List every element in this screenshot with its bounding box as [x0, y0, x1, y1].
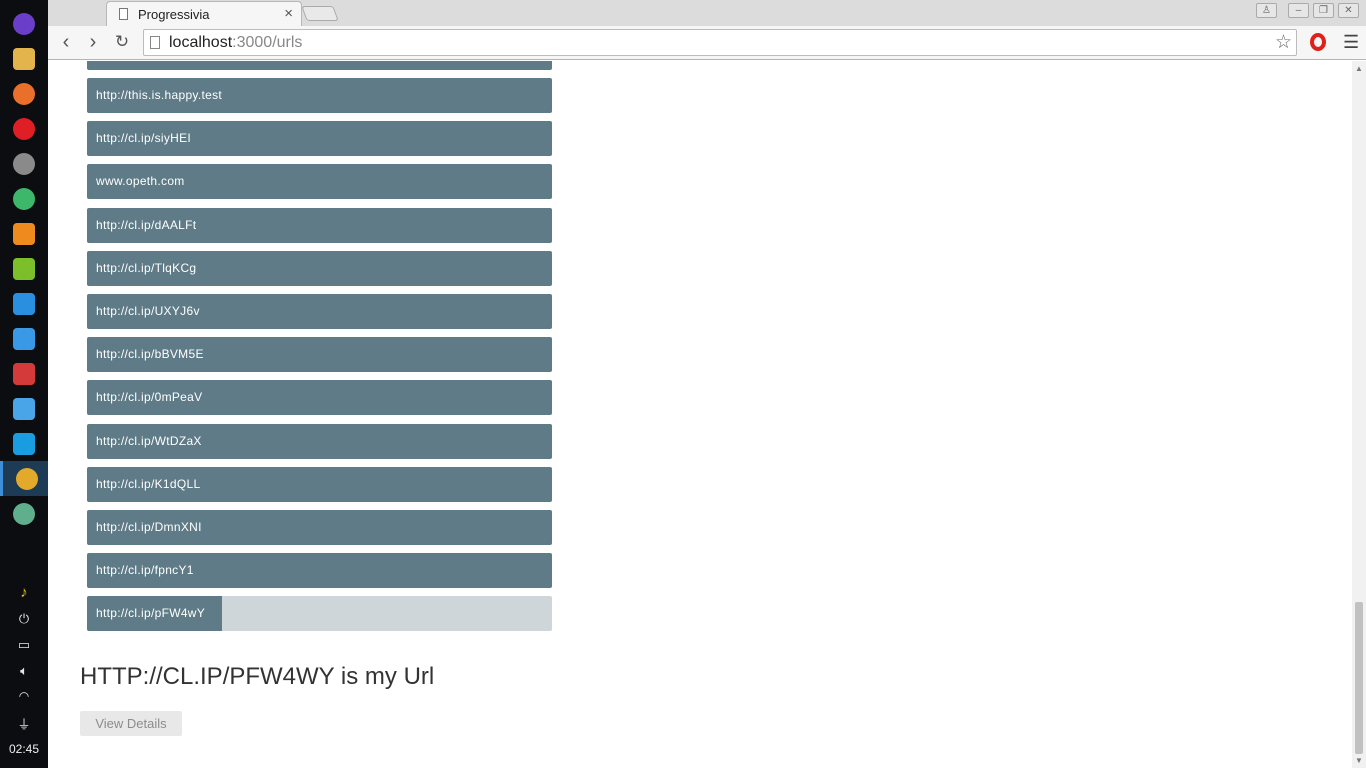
url-list-item-selected[interactable]: http://cl.ip/pFW4wY	[87, 596, 552, 631]
url-list-item[interactable]: http://cl.ip/UXYJ6v	[87, 294, 552, 329]
page-icon	[150, 36, 160, 49]
url-list-item[interactable]: http://cl.ip/DmnXNI	[87, 510, 552, 545]
chat-icon	[13, 188, 35, 210]
terminal-icon	[13, 363, 35, 385]
tab-title: Progressivia	[138, 7, 210, 22]
browser-titlebar: Progressivia × ♙ – ❐ ✕	[48, 0, 1366, 27]
bookmark-star-icon[interactable]: ☆	[1275, 31, 1292, 54]
url-list-item[interactable]: http://cl.ip/bBVM5E	[87, 337, 552, 373]
url-list-item[interactable]: http://cl.ip/dAALFt	[87, 207, 552, 243]
browser-toolbar: ‹ › ↻ localhost:3000/urls ☆ ☰	[48, 26, 1366, 60]
page-content: http://this.is.happy.test http://cl.ip/si…	[48, 61, 1352, 768]
page-icon	[119, 8, 128, 20]
dock-app-store[interactable]	[0, 216, 48, 251]
url-list-item-partial[interactable]	[87, 61, 552, 70]
url-label: http://this.is.happy.test	[96, 88, 223, 102]
browser-tab[interactable]: Progressivia ×	[106, 1, 302, 27]
settings-icon	[13, 153, 35, 175]
launcher-icon	[13, 13, 35, 35]
dock-app-terminal[interactable]	[0, 356, 48, 391]
maximize-button[interactable]: ❐	[1313, 3, 1334, 18]
url-label: http://cl.ip/0mPeaV	[96, 390, 203, 405]
url-label: http://cl.ip/pFW4wY	[96, 606, 206, 620]
disk-icon	[13, 328, 35, 350]
dock-app-archive[interactable]	[0, 391, 48, 426]
url-label: http://cl.ip/TlqKCg	[96, 260, 197, 275]
opera-icon	[13, 118, 35, 140]
minimize-button[interactable]: –	[1288, 3, 1309, 18]
scroll-down-icon[interactable]: ▼	[1355, 756, 1363, 765]
url-list-item[interactable]: http://cl.ip/fpncY1	[87, 553, 552, 589]
address-url: localhost:3000/urls	[169, 34, 303, 51]
dock-app-settings[interactable]	[0, 146, 48, 181]
dock-app-video[interactable]	[0, 286, 48, 321]
files-icon	[13, 48, 35, 70]
url-list-item[interactable]: www.opeth.com	[87, 164, 552, 200]
power-icon[interactable]: ⏻	[0, 611, 48, 627]
scrollbar[interactable]: ▲ ▼	[1352, 61, 1366, 768]
url-list-item[interactable]: http://this.is.happy.test	[87, 78, 552, 113]
video-icon	[13, 293, 35, 315]
new-tab-button[interactable]	[301, 6, 339, 21]
reload-button[interactable]: ↻	[111, 31, 133, 53]
dock-app-launcher[interactable]	[0, 6, 48, 41]
url-list-item[interactable]: http://cl.ip/siyHEI	[87, 121, 552, 157]
url-label: http://cl.ip/UXYJ6v	[96, 304, 200, 318]
opera-extension-icon[interactable]	[1310, 33, 1326, 51]
url-label: http://cl.ip/DmnXNI	[96, 520, 202, 534]
back-button[interactable]: ‹	[55, 31, 77, 53]
firefox-icon	[13, 83, 35, 105]
scroll-up-icon[interactable]: ▲	[1355, 64, 1363, 73]
close-window-button[interactable]: ✕	[1338, 3, 1359, 18]
dock-app-opera[interactable]	[0, 111, 48, 146]
dock-app-chrome[interactable]	[0, 461, 48, 496]
url-list-item[interactable]: http://cl.ip/K1dQLL	[87, 466, 552, 502]
url-label: http://cl.ip/K1dQLL	[96, 476, 201, 491]
url-label: http://cl.ip/bBVM5E	[96, 347, 204, 362]
view-details-button[interactable]: View Details	[80, 711, 182, 736]
usb-icon[interactable]: ⏚	[0, 714, 48, 733]
volume-icon[interactable]: 🔈︎	[0, 663, 48, 679]
atom-icon	[13, 503, 35, 525]
dock-app-music[interactable]	[0, 251, 48, 286]
scrollbar-thumb[interactable]	[1355, 602, 1363, 754]
menu-icon[interactable]: ☰	[1343, 32, 1359, 53]
profile-icon[interactable]: ♙	[1256, 3, 1277, 18]
url-list-item[interactable]: http://cl.ip/0mPeaV	[87, 380, 552, 416]
url-list-item[interactable]: http://cl.ip/WtDZaX	[87, 423, 552, 459]
dock-app-files[interactable]	[0, 41, 48, 76]
close-tab-icon[interactable]: ×	[284, 5, 293, 22]
battery-icon[interactable]: ▭	[0, 637, 48, 653]
url-label: http://cl.ip/WtDZaX	[96, 433, 202, 448]
url-headline: HTTP://CL.IP/PFW4WY is my Url	[80, 663, 435, 690]
dock-app-writer[interactable]	[0, 426, 48, 461]
store-icon	[13, 223, 35, 245]
archive-icon	[13, 398, 35, 420]
wifi-icon[interactable]: ◠	[0, 689, 48, 703]
music-note-icon[interactable]: ♪	[0, 584, 48, 601]
dock-app-firefox[interactable]	[0, 76, 48, 111]
music-icon	[13, 258, 35, 280]
address-bar[interactable]: localhost:3000/urls ☆	[143, 29, 1297, 56]
url-label: http://cl.ip/siyHEI	[96, 131, 192, 146]
url-label: www.opeth.com	[96, 174, 185, 189]
dock-app-disk[interactable]	[0, 321, 48, 356]
dock-app-atom[interactable]	[0, 496, 48, 531]
clock: 02:45	[8, 742, 40, 756]
forward-button[interactable]: ›	[82, 31, 104, 53]
url-label: http://cl.ip/fpncY1	[96, 563, 194, 578]
writer-icon	[13, 433, 35, 455]
url-label: http://cl.ip/dAALFt	[96, 217, 197, 232]
url-list-item[interactable]: http://cl.ip/TlqKCg	[87, 250, 552, 286]
dock-app-chat[interactable]	[0, 181, 48, 216]
chrome-icon	[16, 468, 38, 490]
